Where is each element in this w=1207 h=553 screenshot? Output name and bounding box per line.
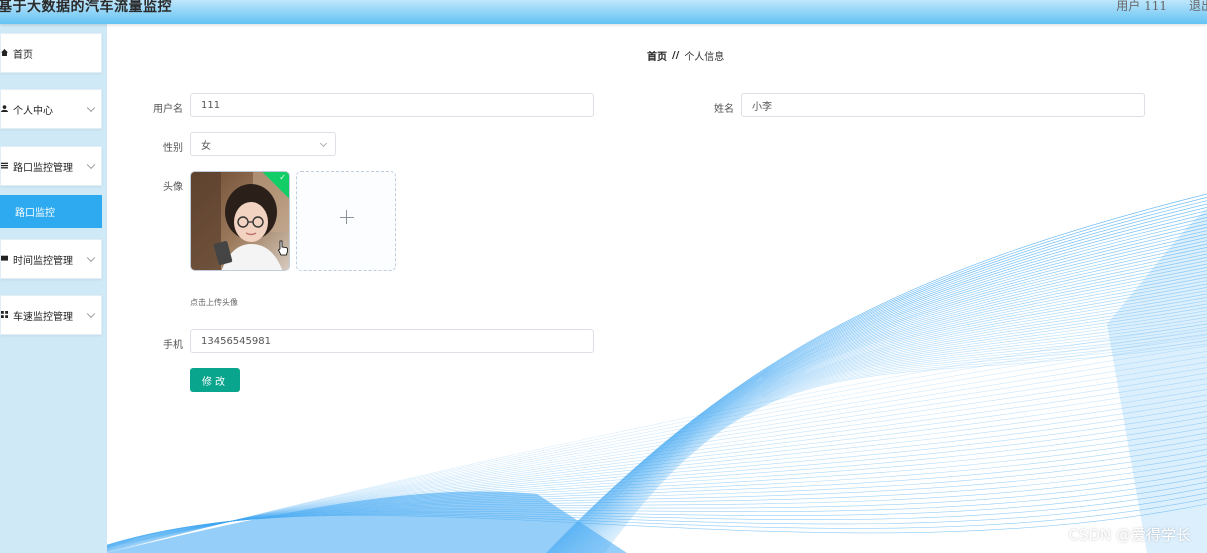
chevron-down-icon: [86, 253, 96, 263]
username-input[interactable]: 111: [190, 93, 594, 117]
username-label: 用户名: [153, 104, 183, 115]
sidebar-item-time-monitor[interactable]: 时间监控管理: [0, 239, 102, 279]
wave-line: [565, 243, 1207, 553]
sidebar-item-label: 路口监控管理: [13, 162, 73, 174]
phone-label: 手机: [163, 340, 183, 351]
csdn-watermark: CSDN @爱得学长: [1068, 526, 1191, 544]
list-icon: [1, 162, 11, 171]
gender-select[interactable]: 女: [190, 132, 336, 156]
avatar-upload-button[interactable]: [296, 171, 396, 271]
sidebar-item-label: 时间监控管理: [13, 255, 73, 267]
sidebar-item-intersection-monitor[interactable]: 路口监控管理: [0, 146, 102, 186]
sidebar-item-label: 个人中心: [13, 105, 53, 117]
wave-line: [564, 240, 1207, 553]
check-icon: ✓: [279, 173, 286, 182]
app-title: 基于大数据的汽车流量监控: [0, 0, 172, 15]
sidebar-item-label: 首页: [13, 49, 33, 61]
mouse-pointer-icon: [277, 240, 288, 256]
chevron-down-icon: [319, 139, 328, 148]
name-label: 姓名: [714, 104, 734, 115]
chevron-down-icon: [86, 103, 96, 113]
breadcrumb-current: 个人信息: [684, 52, 725, 63]
gender-label: 性别: [163, 143, 183, 154]
chevron-down-icon: [86, 160, 96, 170]
wave-line: [558, 226, 1207, 553]
avatar-photo: [191, 172, 289, 270]
modify-button[interactable]: 修改: [190, 368, 240, 392]
wave-line: [107, 491, 627, 553]
sidebar-item-speed-monitor[interactable]: 车速监控管理: [0, 295, 102, 335]
wave-line: [552, 210, 1207, 553]
name-input[interactable]: 小李: [741, 93, 1145, 117]
wave-line: [560, 230, 1207, 553]
home-icon: [1, 48, 11, 58]
plus-icon-vertical: [346, 210, 347, 224]
sidebar: 首页 个人中心 路口监控管理 路口监控 时间监控管理 车速监控管理: [0, 24, 107, 553]
bookmark-icon: [1, 255, 11, 264]
grid-icon: [1, 310, 11, 320]
breadcrumb-separator: //: [672, 50, 680, 61]
wave-line: [562, 236, 1207, 553]
plus-icon: [340, 217, 354, 218]
main-content: 首页 // 个人信息 用户名 111 姓名 小李 性别 女 头像 ✓ 点击上传头…: [107, 24, 1207, 553]
upload-hint: 点击上传头像: [190, 298, 238, 307]
breadcrumb: 首页 // 个人信息: [647, 48, 724, 63]
top-header: 基于大数据的汽车流量监控 用户 111 退出: [0, 0, 1207, 24]
sidebar-item-label: 车速监控管理: [13, 311, 73, 323]
sidebar-item-home[interactable]: 首页: [0, 33, 102, 73]
sidebar-subitem-intersection[interactable]: 路口监控: [0, 195, 102, 228]
wave-line: [567, 250, 1207, 553]
header-right: 用户 111 退出: [1116, 0, 1207, 14]
wave-line: [566, 246, 1207, 553]
phone-input[interactable]: 13456545981: [190, 329, 594, 353]
avatar-image[interactable]: ✓: [190, 171, 290, 271]
gender-select-value: 女: [201, 140, 211, 152]
sidebar-item-personal-center[interactable]: 个人中心: [0, 89, 102, 129]
user-info: 用户 111: [1116, 0, 1167, 13]
logout-link[interactable]: 退出: [1189, 0, 1207, 14]
breadcrumb-home[interactable]: 首页: [647, 48, 667, 63]
chevron-down-icon: [86, 309, 96, 319]
avatar-label: 头像: [163, 182, 183, 193]
user-icon: [1, 104, 11, 114]
